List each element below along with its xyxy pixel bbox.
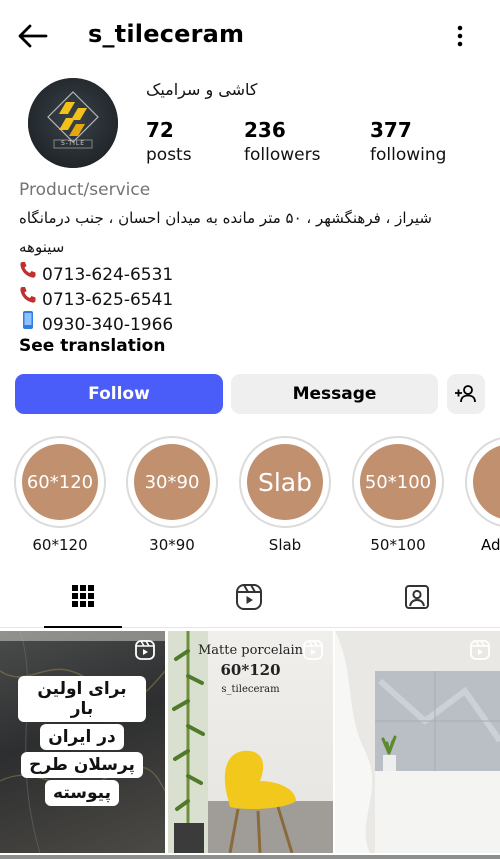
highlight-ring: 50*100 <box>352 436 444 528</box>
highlight-ring: 60*120 <box>14 436 106 528</box>
telephone-icon <box>18 285 42 310</box>
post-thumbnail[interactable] <box>335 631 500 853</box>
caption-line: در ایران <box>40 724 124 750</box>
highlight-cover: Slab <box>247 444 323 520</box>
mobile-phone-icon <box>18 310 42 335</box>
followers-count-label: followers <box>244 145 321 165</box>
back-button[interactable] <box>16 20 52 52</box>
highlight-label: Slab <box>268 536 302 554</box>
address-line: شیراز ، فرهنگشهر ، ۵۰ متر مانده به میدان… <box>19 209 432 227</box>
post-caption-overlay: برای اولین بار در ایران پرسلان طرح پیوست… <box>18 675 146 807</box>
see-translation-link[interactable]: See translation <box>19 336 165 356</box>
tagged-icon <box>405 585 429 609</box>
highlight-label: 30*90 <box>149 536 195 554</box>
highlight-ring: 30*90 <box>126 436 218 528</box>
phone-number: 0930-340-1966 <box>42 315 174 335</box>
brand-logo <box>28 78 118 168</box>
posts-count-value: 72 <box>146 118 174 142</box>
phone-number: 0713-624-6531 <box>42 265 174 285</box>
following-count[interactable]: 377 following <box>370 118 446 165</box>
reel-badge-icon <box>470 640 490 660</box>
grid-icon <box>72 585 94 607</box>
followers-count-value: 236 <box>244 118 286 142</box>
arrow-left-icon <box>18 24 48 48</box>
highlight-item[interactable]: 30*90 30*90 <box>126 436 218 554</box>
add-person-icon <box>455 385 476 403</box>
avatar-logo-text: S-TILE <box>61 140 85 147</box>
profile-tabs <box>0 566 500 628</box>
followers-count[interactable]: 236 followers <box>244 118 320 165</box>
phone-line-1[interactable]: 0713-624-6531 <box>18 260 173 285</box>
highlight-item[interactable]: 50*100 50*100 <box>352 436 444 554</box>
post-thumbnail[interactable]: برای اولین بار در ایران پرسلان طرح پیوست… <box>0 631 165 853</box>
profile-avatar[interactable]: S-TILE <box>28 78 118 168</box>
post-size: 60*120 <box>220 661 281 679</box>
highlight-label: 50*100 <box>370 536 426 554</box>
highlight-cover: 30*90 <box>134 444 210 520</box>
highlight-label: 60*120 <box>32 536 88 554</box>
profile-category: Product/service <box>19 180 151 200</box>
highlight-item-partial[interactable]: A Ad <box>465 436 500 556</box>
following-count-label: following <box>370 145 447 165</box>
post-handle: s_tileceram <box>221 684 280 695</box>
tab-reels[interactable] <box>210 566 288 628</box>
highlight-item[interactable]: 60*120 60*120 <box>14 436 106 554</box>
profile-display-name: کاشی و سرامیک <box>146 80 258 99</box>
phone-number: 0713-625-6541 <box>42 290 174 310</box>
top-bar: s_tileceram <box>0 0 500 72</box>
highlight-cover: 60*120 <box>22 444 98 520</box>
profile-address: شیراز ، فرهنگشهر ، ۵۰ متر مانده به میدان… <box>19 204 444 262</box>
highlight-item[interactable]: Slab Slab <box>239 436 331 554</box>
highlight-cover: 50*100 <box>360 444 436 520</box>
reels-icon <box>236 584 262 610</box>
posts-grid: برای اولین بار در ایران پرسلان طرح پیوست… <box>0 631 500 859</box>
phone-line-3[interactable]: 0930-340-1966 <box>18 310 173 335</box>
profile-username: s_tileceram <box>88 20 245 48</box>
tiled-wall-image <box>335 631 500 853</box>
highlight-ring: Slab <box>239 436 331 528</box>
reel-badge-icon <box>303 640 323 660</box>
caption-line: برای اولین بار <box>18 676 146 722</box>
tab-posts-grid[interactable] <box>44 566 122 628</box>
highlight-ring: A <box>465 436 500 528</box>
posts-count-label: posts <box>146 145 192 165</box>
reel-badge-icon <box>135 640 155 660</box>
phone-line-2[interactable]: 0713-625-6541 <box>18 285 173 310</box>
telephone-icon <box>18 260 42 285</box>
following-count-value: 377 <box>370 118 412 142</box>
message-button[interactable]: Message <box>231 374 438 414</box>
address-line: سینوهه <box>19 238 65 256</box>
posts-count[interactable]: 72 posts <box>146 118 192 165</box>
highlight-label: Ad <box>481 536 500 554</box>
post-thumbnail[interactable]: Matte porcelain 60*120 s_tileceram <box>168 631 333 853</box>
caption-line: پرسلان طرح <box>21 752 143 778</box>
more-vertical-icon <box>457 25 463 47</box>
tab-tagged[interactable] <box>378 566 456 628</box>
highlight-cover: A <box>473 444 500 520</box>
caption-line: پیوسته <box>45 780 119 806</box>
suggested-accounts-button[interactable] <box>447 374 485 414</box>
next-row-preview <box>0 855 500 859</box>
follow-button[interactable]: Follow <box>15 374 223 414</box>
more-options-button[interactable] <box>448 20 472 52</box>
